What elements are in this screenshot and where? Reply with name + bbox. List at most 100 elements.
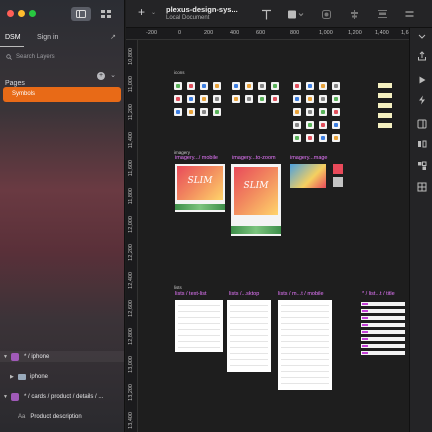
imagery-thumb[interactable] bbox=[333, 177, 343, 187]
layer-item[interactable]: ▼ * / cards / product / details / ... bbox=[0, 391, 124, 402]
insert-button[interactable]: + bbox=[138, 6, 145, 18]
icon-artboard[interactable] bbox=[306, 82, 314, 90]
layer-item[interactable]: Aa Product description bbox=[0, 411, 124, 422]
close-window-button[interactable] bbox=[7, 10, 14, 17]
icon-artboard[interactable] bbox=[332, 82, 340, 90]
list-title-artboards[interactable] bbox=[361, 302, 405, 362]
icon-artboard[interactable] bbox=[319, 82, 327, 90]
chevron-down-icon[interactable]: ▼ bbox=[3, 394, 9, 400]
icon-artboard[interactable] bbox=[232, 82, 240, 90]
chevron-down-icon[interactable] bbox=[298, 8, 304, 20]
artboard-title[interactable]: imagery.../ mobile bbox=[175, 155, 218, 161]
chevron-down-icon[interactable]: ⌄ bbox=[151, 9, 156, 16]
imagery-thumb[interactable] bbox=[333, 164, 343, 174]
icon-artboard[interactable] bbox=[245, 82, 253, 90]
icon-artboard[interactable] bbox=[213, 82, 221, 90]
icon-artboard[interactable] bbox=[232, 95, 240, 103]
icon-artboard[interactable] bbox=[319, 95, 327, 103]
icon-artboard[interactable] bbox=[258, 82, 266, 90]
layer-search[interactable]: Search Layers bbox=[6, 54, 55, 60]
lightning-icon[interactable] bbox=[416, 94, 427, 105]
components-icon[interactable] bbox=[416, 160, 427, 171]
icon-artboard[interactable] bbox=[332, 108, 340, 116]
icon-artboard[interactable] bbox=[306, 121, 314, 129]
icon-artboard[interactable] bbox=[319, 134, 327, 142]
list-mobile-artboard[interactable] bbox=[278, 300, 332, 390]
icon-artboard[interactable] bbox=[258, 95, 266, 103]
color-chip-artboard[interactable] bbox=[378, 83, 392, 88]
icon-artboard[interactable] bbox=[187, 95, 195, 103]
components-view-toggle[interactable] bbox=[96, 7, 116, 21]
shape-tool-icon[interactable] bbox=[286, 8, 298, 20]
imagery-image-artboard[interactable] bbox=[290, 164, 326, 188]
icon-artboard[interactable] bbox=[187, 82, 195, 90]
icon-artboard[interactable] bbox=[271, 95, 279, 103]
icon-artboard[interactable] bbox=[174, 108, 182, 116]
imagery-mobile-artboard[interactable]: SLIM bbox=[175, 164, 225, 212]
icon-artboard[interactable] bbox=[332, 95, 340, 103]
icon-artboard[interactable] bbox=[293, 134, 301, 142]
add-page-button[interactable]: + bbox=[97, 72, 105, 80]
icon-artboard[interactable] bbox=[200, 82, 208, 90]
document-title: plexus-design-sys... bbox=[166, 5, 238, 14]
play-icon[interactable] bbox=[416, 74, 427, 85]
artboard-title[interactable]: lists / text-list bbox=[175, 291, 206, 297]
icon-artboard[interactable] bbox=[306, 95, 314, 103]
color-chip-artboard[interactable] bbox=[378, 93, 392, 98]
icon-artboard[interactable] bbox=[293, 95, 301, 103]
layers-view-toggle[interactable] bbox=[71, 7, 91, 21]
color-chip-artboard[interactable] bbox=[378, 103, 392, 108]
align-icon[interactable] bbox=[348, 8, 360, 20]
icon-artboard[interactable] bbox=[306, 108, 314, 116]
color-chip-artboard[interactable] bbox=[378, 113, 392, 118]
icon-artboard[interactable] bbox=[332, 121, 340, 129]
symbol-tool-icon[interactable] bbox=[320, 8, 332, 20]
imagery-zoom-artboard[interactable]: SLIM bbox=[231, 164, 281, 236]
tab-sign-in[interactable]: Sign in bbox=[37, 34, 58, 41]
chevron-right-icon[interactable]: ▶ bbox=[10, 374, 16, 380]
design-canvas[interactable]: icons imagery imagery.../ mobile imagery… bbox=[138, 40, 409, 432]
icon-artboard[interactable] bbox=[200, 108, 208, 116]
share-icon[interactable] bbox=[416, 50, 427, 61]
icon-artboard[interactable] bbox=[293, 108, 301, 116]
color-chip-artboard[interactable] bbox=[378, 123, 392, 128]
icon-artboard[interactable] bbox=[213, 95, 221, 103]
distribute-icon[interactable] bbox=[376, 8, 388, 20]
zoom-window-button[interactable] bbox=[29, 10, 36, 17]
chevron-down-icon[interactable]: ▼ bbox=[3, 354, 9, 360]
icon-artboard[interactable] bbox=[174, 95, 182, 103]
grid-icon[interactable] bbox=[416, 181, 427, 192]
tab-dsm[interactable]: DSM bbox=[5, 34, 21, 41]
icon-artboard[interactable] bbox=[271, 82, 279, 90]
icon-artboard[interactable] bbox=[332, 134, 340, 142]
minimize-window-button[interactable] bbox=[18, 10, 25, 17]
icon-artboard[interactable] bbox=[319, 121, 327, 129]
icon-artboard[interactable] bbox=[187, 108, 195, 116]
artboard-title[interactable]: imagery...mage bbox=[290, 155, 328, 161]
icon-artboard[interactable] bbox=[213, 108, 221, 116]
layer-item[interactable]: ▶ iphone bbox=[0, 371, 124, 382]
artboard-title[interactable]: * / list...t / title bbox=[362, 291, 395, 297]
artboard-title[interactable]: lists /...sktop bbox=[229, 291, 259, 297]
icon-artboard[interactable] bbox=[174, 82, 182, 90]
chevron-down-icon[interactable]: ⌄ bbox=[110, 71, 116, 79]
icon-artboard[interactable] bbox=[319, 108, 327, 116]
icon-artboard[interactable] bbox=[293, 121, 301, 129]
inspector-icon[interactable] bbox=[416, 118, 427, 129]
mirror-icon[interactable] bbox=[416, 138, 427, 149]
artboard-title[interactable]: imagery...to-zoom bbox=[232, 155, 276, 161]
search-input[interactable]: Search Layers bbox=[16, 54, 55, 60]
icon-artboard[interactable] bbox=[200, 95, 208, 103]
artboard-title[interactable]: lists / m...t / mobile bbox=[278, 291, 324, 297]
icon-artboard[interactable] bbox=[245, 95, 253, 103]
open-external-icon[interactable]: ↗ bbox=[110, 33, 116, 41]
text-tool-icon[interactable] bbox=[260, 8, 272, 20]
icon-artboard[interactable] bbox=[306, 134, 314, 142]
icon-artboard[interactable] bbox=[293, 82, 301, 90]
list-desktop-artboard[interactable] bbox=[227, 300, 271, 372]
text-list-artboard[interactable] bbox=[175, 300, 223, 352]
page-item-symbols[interactable]: Symbols bbox=[3, 87, 121, 102]
layer-item[interactable]: ▼ * / iphone bbox=[0, 351, 124, 362]
chevron-down-icon[interactable] bbox=[416, 31, 427, 42]
layout-icon[interactable] bbox=[403, 8, 415, 20]
